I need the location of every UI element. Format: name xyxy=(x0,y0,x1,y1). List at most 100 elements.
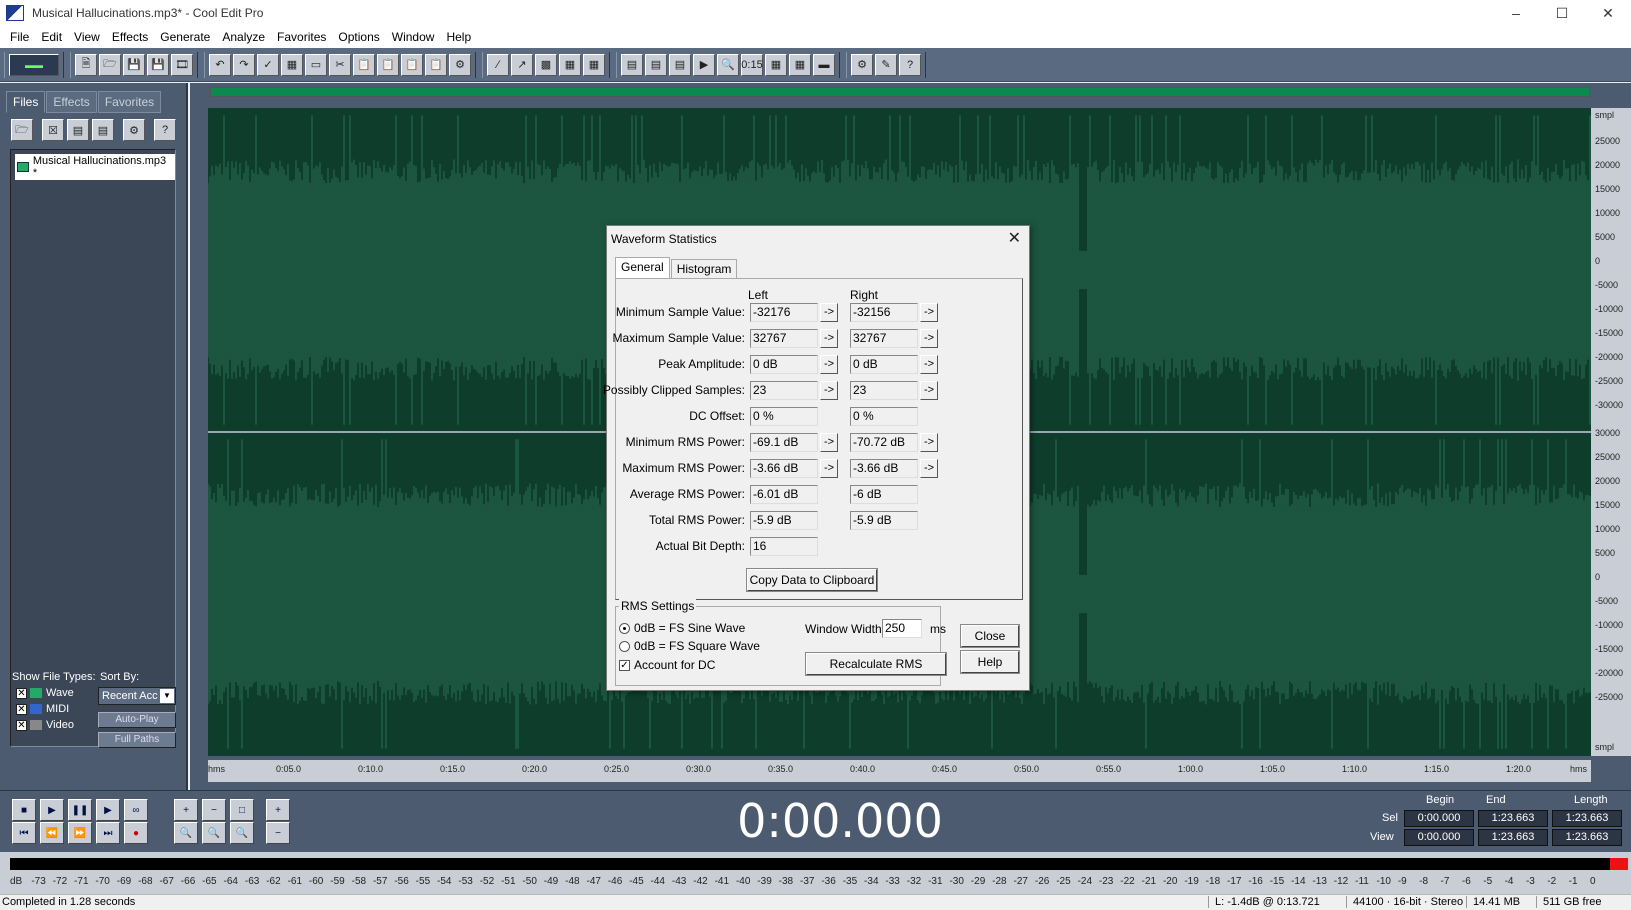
zoom-left-icon[interactable]: 🔍 xyxy=(202,822,226,844)
menu-generate[interactable]: Generate xyxy=(154,30,216,44)
type-video[interactable]: ✕ Video xyxy=(16,719,74,731)
copy-to-clipboard-button[interactable]: Copy Data to Clipboard xyxy=(746,568,878,592)
info-icon[interactable]: ▬ xyxy=(813,53,835,76)
insert-icon[interactable]: ▤ xyxy=(67,119,89,141)
option-square-wave[interactable]: 0dB = FS Square Wave xyxy=(619,639,760,653)
list-item[interactable]: Musical Hallucinations.mp3 * xyxy=(15,154,175,180)
insert-2-icon[interactable]: ▤ xyxy=(92,119,114,141)
edit-icon[interactable]: ✎ xyxy=(875,53,897,76)
go-to-start-icon[interactable]: ⏮ xyxy=(12,822,36,844)
zoom-full-icon[interactable]: □ xyxy=(230,799,254,821)
copy-new-icon[interactable]: ▦ xyxy=(281,53,303,76)
spectral-icon[interactable]: ▩ xyxy=(535,53,557,76)
amplify-icon[interactable]: ↗ xyxy=(511,53,533,76)
close-button[interactable]: Close xyxy=(960,624,1020,648)
envelope-icon[interactable]: ∕ xyxy=(487,53,509,76)
stat-left-value[interactable]: 0 dB xyxy=(750,355,818,374)
go-to-position-button[interactable]: -> xyxy=(820,329,838,348)
rewind-icon[interactable]: ⏪ xyxy=(40,822,64,844)
zoom-out-icon[interactable]: − xyxy=(202,799,226,821)
clip-indicator[interactable] xyxy=(1610,858,1628,870)
settings-icon[interactable]: ⚙ xyxy=(851,53,873,76)
stat-right-value[interactable]: 23 xyxy=(850,381,918,400)
sel-end[interactable]: 1:23.663 xyxy=(1478,810,1548,827)
view-toggle-icon[interactable]: ▤ xyxy=(669,53,691,76)
stat-left-value[interactable]: 16 xyxy=(750,537,818,556)
go-to-position-button[interactable]: -> xyxy=(920,329,938,348)
go-to-position-button[interactable]: -> xyxy=(920,459,938,478)
menu-window[interactable]: Window xyxy=(386,30,441,44)
sel-length[interactable]: 1:23.663 xyxy=(1552,810,1622,827)
stat-right-value[interactable]: -5.9 dB xyxy=(850,511,918,530)
tab-favorites[interactable]: Favorites xyxy=(97,91,162,113)
view-begin[interactable]: 0:00.000 xyxy=(1404,829,1474,846)
tab-general[interactable]: General xyxy=(615,257,670,278)
radio-selected-icon[interactable] xyxy=(619,622,630,634)
help-icon[interactable]: ? xyxy=(899,53,921,76)
checkbox-icon[interactable]: ✕ xyxy=(16,703,27,715)
zoom-in-vertical-icon[interactable]: + xyxy=(266,799,290,821)
checkbox-icon[interactable]: ✕ xyxy=(16,719,27,731)
close-icon[interactable]: ✕ xyxy=(1008,228,1021,248)
stat-right-value[interactable]: 0 dB xyxy=(850,355,918,374)
view-end[interactable]: 1:23.663 xyxy=(1478,829,1548,846)
checkbox-checked-icon[interactable]: ✓ xyxy=(619,659,630,671)
paste-new-icon[interactable]: 📋 xyxy=(377,53,399,76)
copy-icon[interactable]: ▭ xyxy=(305,53,327,76)
panel-help-icon[interactable]: ? xyxy=(154,119,176,141)
stat-left-value[interactable]: -69.1 dB xyxy=(750,433,818,452)
zoom-in-icon[interactable]: + xyxy=(174,799,198,821)
stat-right-value[interactable]: -3.66 dB xyxy=(850,459,918,478)
stat-left-value[interactable]: -32176 xyxy=(750,303,818,322)
tab-effects[interactable]: Effects xyxy=(46,91,97,113)
go-to-position-button[interactable]: -> xyxy=(820,355,838,374)
stat-left-value[interactable]: 32767 xyxy=(750,329,818,348)
film-icon[interactable]: 🎞 xyxy=(171,53,193,76)
stop-icon[interactable]: ■ xyxy=(12,799,36,821)
play-icon[interactable]: ▶ xyxy=(40,799,64,821)
view-waveform-icon[interactable]: ▤ xyxy=(621,53,643,76)
stat-left-value[interactable]: -3.66 dB xyxy=(750,459,818,478)
record-icon[interactable]: ● xyxy=(124,822,148,844)
menu-file[interactable]: File xyxy=(4,30,35,44)
maximize-icon[interactable]: ☐ xyxy=(1539,0,1585,26)
chevron-down-icon[interactable]: ▼ xyxy=(160,689,174,703)
go-to-end-icon[interactable]: ⏭ xyxy=(96,822,120,844)
menu-effects[interactable]: Effects xyxy=(106,30,154,44)
repeat-icon[interactable]: ✓ xyxy=(257,53,279,76)
save-icon[interactable]: 💾 xyxy=(123,53,145,76)
loop-icon[interactable]: ∞ xyxy=(124,799,148,821)
view-length[interactable]: 1:23.663 xyxy=(1552,829,1622,846)
mix-paste-icon[interactable]: 📋 xyxy=(401,53,423,76)
play-to-end-icon[interactable]: ▶ xyxy=(96,799,120,821)
type-wave[interactable]: ✕ Wave xyxy=(16,687,74,699)
menu-favorites[interactable]: Favorites xyxy=(271,30,332,44)
full-paths-button[interactable]: Full Paths xyxy=(98,732,176,748)
option-sine-wave[interactable]: 0dB = FS Sine Wave xyxy=(619,621,745,635)
open-file-icon[interactable]: 🗁 xyxy=(99,53,121,76)
stat-right-value[interactable]: -32156 xyxy=(850,303,918,322)
stat-right-value[interactable]: 0 % xyxy=(850,407,918,426)
open-folder-icon[interactable]: 🗁 xyxy=(11,119,33,141)
menu-edit[interactable]: Edit xyxy=(35,30,68,44)
type-midi[interactable]: ✕ MIDI xyxy=(16,703,69,715)
option-account-dc[interactable]: ✓ Account for DC xyxy=(619,658,715,672)
play-cursor-icon[interactable]: ▶ xyxy=(693,53,715,76)
recalculate-rms-button[interactable]: Recalculate RMS xyxy=(805,652,947,676)
stat-left-value[interactable]: -6.01 dB xyxy=(750,485,818,504)
go-to-position-button[interactable]: -> xyxy=(920,381,938,400)
go-to-position-button[interactable]: -> xyxy=(820,433,838,452)
save-as-icon[interactable]: 💾 xyxy=(147,53,169,76)
close-file-icon[interactable]: ☒ xyxy=(42,119,64,141)
stat-right-value[interactable]: -6 dB xyxy=(850,485,918,504)
undo-icon[interactable]: ↶ xyxy=(209,53,231,76)
radio-icon[interactable] xyxy=(619,640,630,652)
stat-left-value[interactable]: 23 xyxy=(750,381,818,400)
file-list[interactable]: Musical Hallucinations.mp3 * xyxy=(10,149,176,747)
view-range-bar[interactable] xyxy=(210,87,1590,97)
menu-help[interactable]: Help xyxy=(440,30,477,44)
go-to-position-button[interactable]: -> xyxy=(820,381,838,400)
stat-left-value[interactable]: 0 % xyxy=(750,407,818,426)
tab-files[interactable]: Files xyxy=(6,91,46,113)
time-ruler[interactable]: hms 0:05.0 0:10.0 0:15.0 0:20.0 0:25.0 0… xyxy=(208,760,1591,782)
